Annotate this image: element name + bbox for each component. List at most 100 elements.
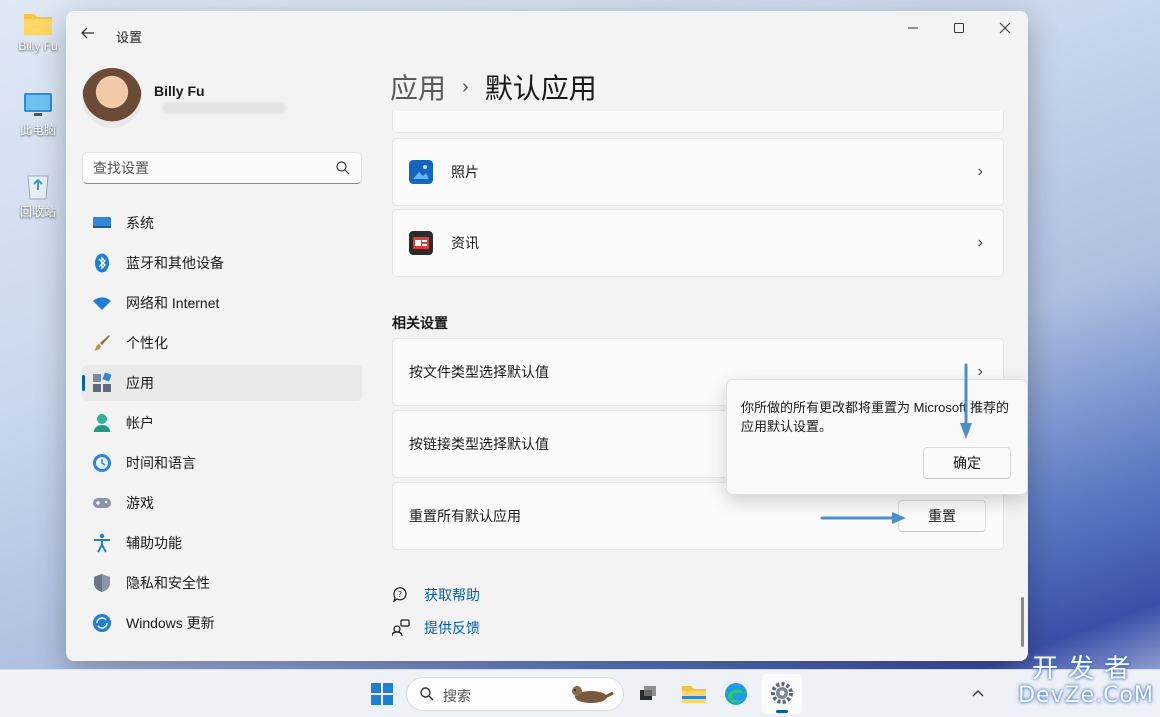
desktop-icon-computer[interactable]: 此电脑 (8, 92, 68, 138)
sidebar-nav: 系统 蓝牙和其他设备 网络和 Internet 个性化 应用 帐户 时间和语言 (82, 205, 362, 645)
chevron-up-icon[interactable] (971, 688, 985, 698)
start-icon[interactable] (366, 678, 398, 710)
apps-icon (92, 373, 112, 393)
news-icon (409, 231, 433, 255)
sidebar-item-personalization[interactable]: 个性化 (82, 325, 362, 361)
breadcrumb-parent[interactable]: 应用 (390, 67, 446, 107)
shield-icon (92, 573, 112, 593)
sidebar-item-label: 游戏 (126, 495, 154, 511)
page-title: 默认应用 (484, 73, 597, 104)
watermark-en: DevZe.CoM (1018, 683, 1154, 708)
sidebar-item-privacy[interactable]: 隐私和安全性 (82, 565, 362, 601)
sidebar-item-label: 辅助功能 (126, 535, 182, 551)
watermark-cn: 开发者 (1032, 654, 1141, 684)
app-card-partial[interactable] (392, 111, 1004, 133)
task-view-icon[interactable] (632, 678, 664, 710)
sidebar-item-label: 网络和 Internet (126, 295, 220, 311)
avatar (82, 68, 142, 128)
brush-icon (92, 333, 112, 353)
active-indicator (776, 710, 788, 713)
bluetooth-icon (92, 253, 112, 273)
user-email-blurred (162, 102, 286, 114)
sidebar-item-label: 应用 (126, 375, 154, 391)
settings-gear-icon (771, 682, 793, 704)
chevron-right-icon: › (977, 163, 983, 180)
desktop-icon-folder[interactable]: Billy Fu (8, 10, 68, 53)
wifi-icon (92, 293, 112, 313)
computer-icon (24, 93, 52, 116)
confirm-button[interactable]: 确定 (923, 447, 1011, 479)
chevron-right-icon: › (977, 234, 983, 251)
minimize-button[interactable] (890, 15, 936, 45)
related-item-label: 按文件类型选择默认值 (409, 364, 549, 380)
sidebar-item-accessibility[interactable]: 辅助功能 (82, 525, 362, 561)
sidebar-item-time-language[interactable]: 时间和语言 (82, 445, 362, 481)
clock-icon (92, 453, 112, 473)
related-item-label: 按链接类型选择默认值 (409, 436, 549, 452)
taskbar: 搜索 (0, 669, 1160, 717)
arrow-left-icon (81, 27, 94, 39)
title-bar: 设置 (66, 11, 1028, 57)
close-icon (999, 22, 1011, 34)
sidebar-item-label: 蓝牙和其他设备 (126, 255, 224, 271)
search-input[interactable] (83, 153, 313, 183)
close-button[interactable] (982, 15, 1028, 45)
sidebar-item-windows-update[interactable]: Windows 更新 (82, 605, 362, 641)
search-icon (420, 687, 434, 701)
file-explorer-icon[interactable] (678, 678, 710, 710)
minimize-icon (908, 27, 918, 29)
feedback-icon (392, 619, 410, 637)
gamepad-icon (92, 493, 112, 513)
sidebar-item-accounts[interactable]: 帐户 (82, 405, 362, 441)
taskbar-search-label: 搜索 (443, 688, 471, 704)
window-title: 设置 (116, 30, 143, 45)
maximize-icon (954, 23, 964, 33)
app-card-news[interactable]: 资讯 › (392, 209, 1004, 277)
taskbar-search[interactable]: 搜索 (406, 677, 624, 711)
update-icon (92, 613, 112, 633)
taskbar-settings-active[interactable] (762, 674, 802, 714)
sidebar-item-label: Windows 更新 (126, 615, 215, 631)
user-name: Billy Fu (154, 83, 205, 99)
related-item-label: 重置所有默认应用 (409, 508, 521, 524)
annotation-arrow-down (960, 363, 972, 439)
system-icon (92, 213, 112, 233)
search-icon (336, 161, 350, 175)
desktop-icon-recycle-bin[interactable]: 回收站 (8, 172, 68, 220)
sidebar-item-label: 隐私和安全性 (126, 575, 210, 591)
desktop-icon-label: 此电脑 (19, 123, 56, 137)
sidebar-item-label: 时间和语言 (126, 455, 196, 471)
sidebar-item-bluetooth[interactable]: 蓝牙和其他设备 (82, 245, 362, 281)
sidebar-item-label: 个性化 (126, 335, 168, 351)
svg-text:?: ? (398, 590, 402, 599)
sidebar-item-label: 系统 (126, 215, 154, 231)
desktop-icon-label: 回收站 (19, 205, 56, 219)
app-name: 资讯 (451, 235, 479, 251)
scrollbar[interactable] (1021, 597, 1024, 647)
maximize-button[interactable] (936, 15, 982, 45)
sidebar-item-network[interactable]: 网络和 Internet (82, 285, 362, 321)
app-card-photos[interactable]: 照片 › (392, 138, 1004, 206)
account-icon (92, 413, 112, 433)
sidebar-item-gaming[interactable]: 游戏 (82, 485, 362, 521)
sidebar-item-apps[interactable]: 应用 (82, 365, 362, 401)
give-feedback-label: 提供反馈 (424, 620, 480, 636)
edge-icon[interactable] (720, 678, 752, 710)
sidebar-item-system[interactable]: 系统 (82, 205, 362, 241)
breadcrumb-separator: › (462, 75, 469, 98)
user-profile[interactable]: Billy Fu (82, 68, 286, 128)
back-button[interactable] (80, 25, 98, 43)
section-title-related: 相关设置 (392, 315, 448, 331)
give-feedback-link[interactable]: 提供反馈 (392, 618, 480, 638)
settings-window: 设置 Billy Fu 系统 蓝牙和其他设备 网络和 Inte (66, 11, 1028, 661)
search-box[interactable] (82, 152, 362, 184)
annotation-arrow-right (820, 512, 906, 524)
confirm-flyout: 你所做的所有更改都将重置为 Microsoft 推荐的应用默认设置。 确定 (726, 379, 1028, 495)
sidebar-item-label: 帐户 (126, 415, 154, 431)
accessibility-icon (92, 533, 112, 553)
reset-button[interactable]: 重置 (898, 500, 986, 532)
breadcrumb: 应用 › 默认应用 (390, 67, 597, 107)
help-icon: ? (392, 587, 407, 603)
otter-illustration-icon (572, 686, 614, 703)
get-help-link[interactable]: ? 获取帮助 (392, 585, 480, 605)
